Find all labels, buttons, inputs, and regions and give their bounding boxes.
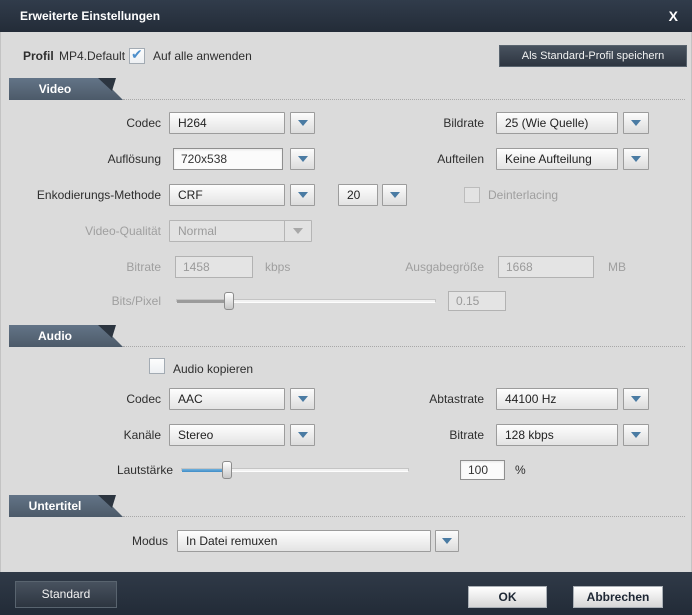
bits-pixel-input: [448, 291, 506, 311]
chevron-down-icon: [297, 396, 308, 402]
crf-value-dropdown-arrow[interactable]: [382, 184, 407, 206]
ok-button[interactable]: OK: [468, 586, 547, 608]
slider-thumb[interactable]: [222, 461, 232, 479]
ausgabegroesse-input: [498, 256, 594, 278]
audio-copy-label: Audio kopieren: [173, 362, 254, 376]
lautstaerke-input[interactable]: [460, 460, 505, 480]
modus-label: Modus: [131, 534, 168, 548]
save-default-profile-button[interactable]: Als Standard-Profil speichern: [499, 45, 687, 67]
enkodierung-dropdown-arrow[interactable]: [290, 184, 315, 206]
audio-copy-checkbox[interactable]: [149, 358, 165, 374]
enkodierung-dropdown[interactable]: CRF: [169, 184, 285, 206]
standard-button[interactable]: Standard: [15, 581, 117, 608]
aufloesung-dropdown-arrow[interactable]: [290, 148, 315, 170]
audio-codec-label: Codec: [126, 392, 161, 406]
slider-fill: [177, 300, 229, 303]
chevron-down-icon: [297, 192, 308, 198]
abtastrate-label: Abtastrate: [429, 392, 484, 406]
advanced-settings-dialog: Erweiterte Einstellungen X Profil MP4.De…: [0, 0, 692, 615]
enkodierung-label: Enkodierungs-Methode: [36, 188, 161, 202]
video-qualitaet-label: Video-Qualität: [85, 224, 161, 238]
chevron-down-icon: [631, 396, 641, 402]
aufloesung-label: Auflösung: [107, 152, 161, 166]
video-bitrate-input: [175, 256, 253, 278]
deinterlacing-label: Deinterlacing: [488, 188, 559, 202]
modus-dropdown[interactable]: In Datei remuxen: [177, 530, 431, 552]
audio-section-tab: Audio: [9, 325, 127, 347]
chevron-down-icon: [293, 228, 303, 234]
crf-value-dropdown[interactable]: 20: [338, 184, 378, 206]
apply-all-checkbox[interactable]: ✔: [129, 46, 145, 64]
audio-bitrate-label: Bitrate: [449, 428, 484, 442]
aufloesung-input[interactable]: [173, 148, 283, 170]
profile-value: MP4.Default: [59, 49, 126, 63]
audio-section-title: Audio: [38, 329, 72, 343]
audio-codec-dropdown-arrow[interactable]: [290, 388, 315, 410]
aufteilen-dropdown[interactable]: Keine Aufteilung: [496, 148, 618, 170]
bits-pixel-label: Bits/Pixel: [111, 294, 161, 308]
dialog-footer: Standard OK Abbrechen: [0, 572, 692, 615]
bildrate-label: Bildrate: [443, 116, 484, 130]
section-divider: [123, 346, 685, 347]
ausgabegroesse-label: Ausgabegröße: [405, 260, 484, 274]
chevron-down-icon: [442, 538, 452, 544]
untertitel-section-title: Untertitel: [28, 499, 82, 513]
slider-fill: [182, 469, 228, 472]
chevron-down-icon: [631, 432, 641, 438]
video-section-title: Video: [38, 82, 72, 96]
chevron-down-icon: [297, 156, 308, 162]
bildrate-dropdown-arrow[interactable]: [623, 112, 649, 134]
video-bitrate-label: Bitrate: [126, 260, 161, 274]
video-section-tab: Video: [9, 78, 127, 100]
dialog-titlebar: Erweiterte Einstellungen X: [0, 0, 692, 32]
chevron-down-icon: [297, 120, 308, 126]
lautstaerke-slider[interactable]: [181, 461, 409, 479]
close-icon[interactable]: X: [669, 0, 678, 32]
bildrate-dropdown[interactable]: 25 (Wie Quelle): [496, 112, 618, 134]
kanaele-dropdown[interactable]: Stereo: [169, 424, 285, 446]
section-divider: [123, 516, 685, 517]
abtastrate-dropdown[interactable]: 44100 Hz: [496, 388, 618, 410]
cancel-button[interactable]: Abbrechen: [573, 586, 663, 608]
deinterlacing-checkbox: [464, 187, 480, 203]
video-codec-dropdown[interactable]: H264: [169, 112, 285, 134]
chevron-down-icon: [631, 120, 641, 126]
dialog-title: Erweiterte Einstellungen: [20, 9, 161, 23]
untertitel-section-tab: Untertitel: [9, 495, 127, 517]
audio-bitrate-dropdown-arrow[interactable]: [623, 424, 649, 446]
modus-dropdown-arrow[interactable]: [435, 530, 459, 552]
chevron-down-icon: [389, 192, 400, 198]
aufteilen-label: Aufteilen: [437, 152, 484, 166]
ausgabegroesse-unit: MB: [608, 260, 626, 274]
video-codec-dropdown-arrow[interactable]: [290, 112, 315, 134]
audio-codec-dropdown[interactable]: AAC: [169, 388, 285, 410]
section-divider: [123, 99, 685, 100]
chevron-down-icon: [297, 432, 308, 438]
video-bitrate-unit: kbps: [265, 260, 291, 274]
dialog-content: Profil MP4.Default ✔ Auf alle anwenden A…: [0, 32, 692, 572]
audio-bitrate-dropdown[interactable]: 128 kbps: [496, 424, 618, 446]
slider-thumb: [224, 292, 234, 310]
video-qualitaet-dropdown-arrow: [284, 220, 312, 242]
kanaele-label: Kanäle: [123, 428, 161, 442]
aufteilen-dropdown-arrow[interactable]: [623, 148, 649, 170]
check-icon: ✔: [131, 46, 143, 62]
video-codec-label: Codec: [126, 116, 161, 130]
apply-all-label: Auf alle anwenden: [153, 49, 252, 63]
abtastrate-dropdown-arrow[interactable]: [623, 388, 649, 410]
lautstaerke-unit: %: [515, 463, 526, 477]
profile-label: Profil: [23, 49, 54, 63]
lautstaerke-label: Lautstärke: [116, 463, 173, 477]
bits-pixel-slider: [176, 292, 436, 310]
chevron-down-icon: [631, 156, 641, 162]
video-qualitaet-dropdown: Normal: [169, 220, 285, 242]
kanaele-dropdown-arrow[interactable]: [290, 424, 315, 446]
